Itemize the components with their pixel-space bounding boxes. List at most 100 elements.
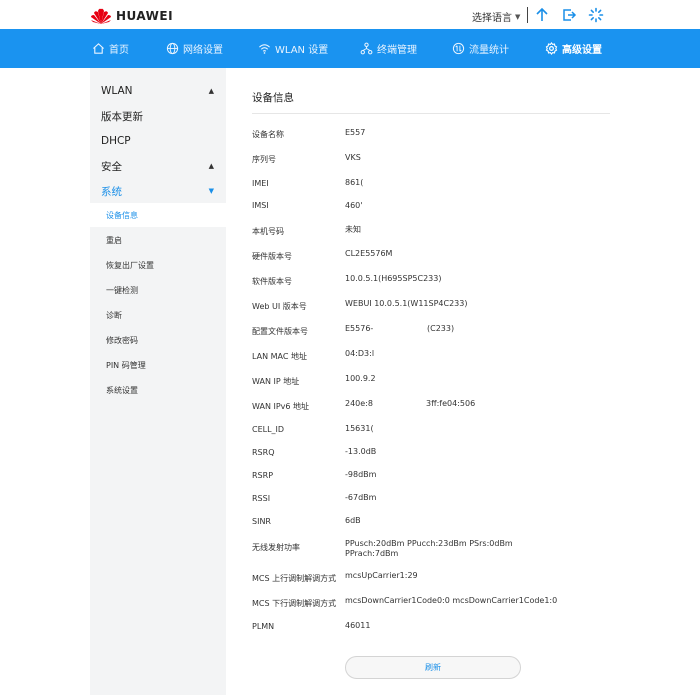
chevron-down-icon: ▼ xyxy=(515,12,521,21)
sidebar-subitem-factory-reset[interactable]: 恢复出厂设置 xyxy=(90,253,226,277)
value-imei: 861( xyxy=(345,178,364,187)
refresh-button[interactable]: 刷新 xyxy=(345,656,521,679)
main-nav: 首页 网络设置 WLAN 设置 终端管理 流量统计 高级设置 xyxy=(0,29,700,68)
sidebar-subitem-one-click-check[interactable]: 一键检测 xyxy=(90,278,226,302)
sidebar-item-label: WLAN xyxy=(101,85,133,97)
value-rssi: -67dBm xyxy=(345,493,377,502)
value-device-name: E557 xyxy=(345,128,366,137)
nav-label: 流量统计 xyxy=(469,45,509,56)
traffic-icon xyxy=(452,42,465,55)
label-wan-ipv6: WAN IPv6 地址 xyxy=(252,402,310,411)
upload-icon[interactable] xyxy=(533,6,551,24)
nav-network-settings[interactable]: 网络设置 xyxy=(166,29,223,68)
value-phone-number: 未知 xyxy=(345,225,361,234)
label-imsi: IMSI xyxy=(252,201,269,210)
language-label: 选择语言 xyxy=(472,13,512,24)
label-rsrq: RSRQ xyxy=(252,448,275,457)
sidebar-subitem-diagnosis[interactable]: 诊断 xyxy=(90,303,226,327)
nav-label: 首页 xyxy=(109,45,129,56)
sidebar-subitem-label: 恢复出厂设置 xyxy=(106,260,154,270)
sidebar-subitem-label: 诊断 xyxy=(106,310,122,320)
value-hardware-version: CL2E5576M xyxy=(345,249,393,258)
sidebar-item-label: 安全 xyxy=(101,160,122,173)
label-wan-ip: WAN IP 地址 xyxy=(252,377,300,386)
nav-label: WLAN 设置 xyxy=(275,45,329,56)
sidebar-subitem-label: 修改密码 xyxy=(106,335,138,345)
label-imei: IMEI xyxy=(252,179,269,188)
sidebar-subitem-label: 设备信息 xyxy=(106,210,138,220)
header-divider xyxy=(527,7,528,23)
chevron-up-icon: ▲ xyxy=(208,162,214,170)
label-rssi: RSSI xyxy=(252,494,271,503)
label-rsrp: RSRP xyxy=(252,471,274,480)
sidebar-subitem-change-password[interactable]: 修改密码 xyxy=(90,328,226,352)
sidebar-item-label: 版本更新 xyxy=(101,110,143,123)
logout-icon[interactable] xyxy=(560,6,578,24)
sidebar-item-system[interactable]: 系统 ▼ xyxy=(90,180,226,202)
sidebar-subitem-system-settings[interactable]: 系统设置 xyxy=(90,378,226,402)
value-lan-mac: 04:D3:l xyxy=(345,349,375,358)
language-selector[interactable]: 选择语言 ▼ xyxy=(472,9,521,25)
value-config-version-suffix: (C233) xyxy=(427,324,455,333)
value-rsrq: -13.0dB xyxy=(345,447,377,456)
nav-home[interactable]: 首页 xyxy=(92,29,129,68)
label-webui-version: Web UI 版本号 xyxy=(252,302,307,311)
nav-wlan-settings[interactable]: WLAN 设置 xyxy=(258,29,328,68)
sidebar-item-version-update[interactable]: 版本更新 xyxy=(90,105,226,127)
sidebar-item-label: 系统 xyxy=(101,185,122,198)
sidebar-item-wlan[interactable]: WLAN ▲ xyxy=(90,80,226,102)
value-wan-ip: 100.9.2 xyxy=(345,374,376,383)
sidebar-subitem-reboot[interactable]: 重启 xyxy=(90,228,226,252)
label-serial-number: 序列号 xyxy=(252,155,276,164)
label-plmn: PLMN xyxy=(252,622,275,631)
nav-label: 高级设置 xyxy=(562,45,602,56)
value-imsi: 460' xyxy=(345,201,363,210)
loading-icon xyxy=(587,6,605,24)
sidebar-item-security[interactable]: 安全 ▲ xyxy=(90,155,226,177)
value-tx-power: PPusch:20dBm PPucch:23dBm PSrs:0dBm PPra… xyxy=(345,539,513,558)
label-sinr: SINR xyxy=(252,517,271,526)
sidebar: WLAN ▲ 版本更新 DHCP 安全 ▲ 系统 ▼ 设备信息 重启 恢复出厂设… xyxy=(90,68,226,695)
sidebar-subitem-label: 一键检测 xyxy=(106,285,138,295)
nav-advanced-settings[interactable]: 高级设置 xyxy=(545,29,602,68)
label-mcs-uplink: MCS 上行调制解调方式 xyxy=(252,574,337,583)
page-title: 设备信息 xyxy=(252,92,294,104)
huawei-logo[interactable]: HUAWEI xyxy=(90,6,173,26)
sidebar-subitem-pin-management[interactable]: PIN 码管理 xyxy=(90,353,226,377)
sidebar-item-dhcp[interactable]: DHCP xyxy=(90,130,226,152)
sidebar-subitem-label: 系统设置 xyxy=(106,385,138,395)
value-cell-id: 15631( xyxy=(345,424,374,433)
top-header: HUAWEI 选择语言 ▼ xyxy=(0,0,700,30)
sidebar-subitem-device-info[interactable]: 设备信息 xyxy=(90,203,226,227)
label-phone-number: 本机号码 xyxy=(252,227,284,236)
value-serial-number: VKS xyxy=(345,153,361,162)
globe-icon xyxy=(166,42,179,55)
nav-label: 网络设置 xyxy=(183,45,223,56)
nav-terminal-management[interactable]: 终端管理 xyxy=(360,29,417,68)
value-config-version: E5576- xyxy=(345,324,374,333)
value-wan-ipv6: 240e:8 xyxy=(345,399,373,408)
gear-icon xyxy=(545,42,558,55)
value-webui-version: WEBUI 10.0.5.1(W11SP4C233) xyxy=(345,299,468,308)
label-mcs-downlink: MCS 下行调制解调方式 xyxy=(252,599,337,608)
label-hardware-version: 硬件版本号 xyxy=(252,252,292,261)
label-device-name: 设备名称 xyxy=(252,130,284,139)
label-tx-power: 无线发射功率 xyxy=(252,543,300,552)
brand-name: HUAWEI xyxy=(116,9,174,23)
chevron-up-icon: ▲ xyxy=(208,87,214,95)
nav-traffic-statistics[interactable]: 流量统计 xyxy=(452,29,509,68)
sidebar-subitem-label: PIN 码管理 xyxy=(106,360,146,370)
title-divider xyxy=(252,113,610,114)
value-sinr: 6dB xyxy=(345,516,361,525)
value-mcs-downlink: mcsDownCarrier1Code0:0 mcsDownCarrier1Co… xyxy=(345,596,558,605)
refresh-button-label: 刷新 xyxy=(425,663,441,672)
sidebar-subitem-label: 重启 xyxy=(106,235,122,245)
sidebar-item-label: DHCP xyxy=(101,135,131,147)
label-config-version: 配置文件版本号 xyxy=(252,327,308,336)
label-lan-mac: LAN MAC 地址 xyxy=(252,352,308,361)
nav-label: 终端管理 xyxy=(377,45,417,56)
label-software-version: 软件版本号 xyxy=(252,277,292,286)
chevron-down-icon: ▼ xyxy=(208,187,214,195)
value-software-version: 10.0.5.1(H695SP5C233) xyxy=(345,274,442,283)
huawei-flower-icon xyxy=(91,8,111,24)
